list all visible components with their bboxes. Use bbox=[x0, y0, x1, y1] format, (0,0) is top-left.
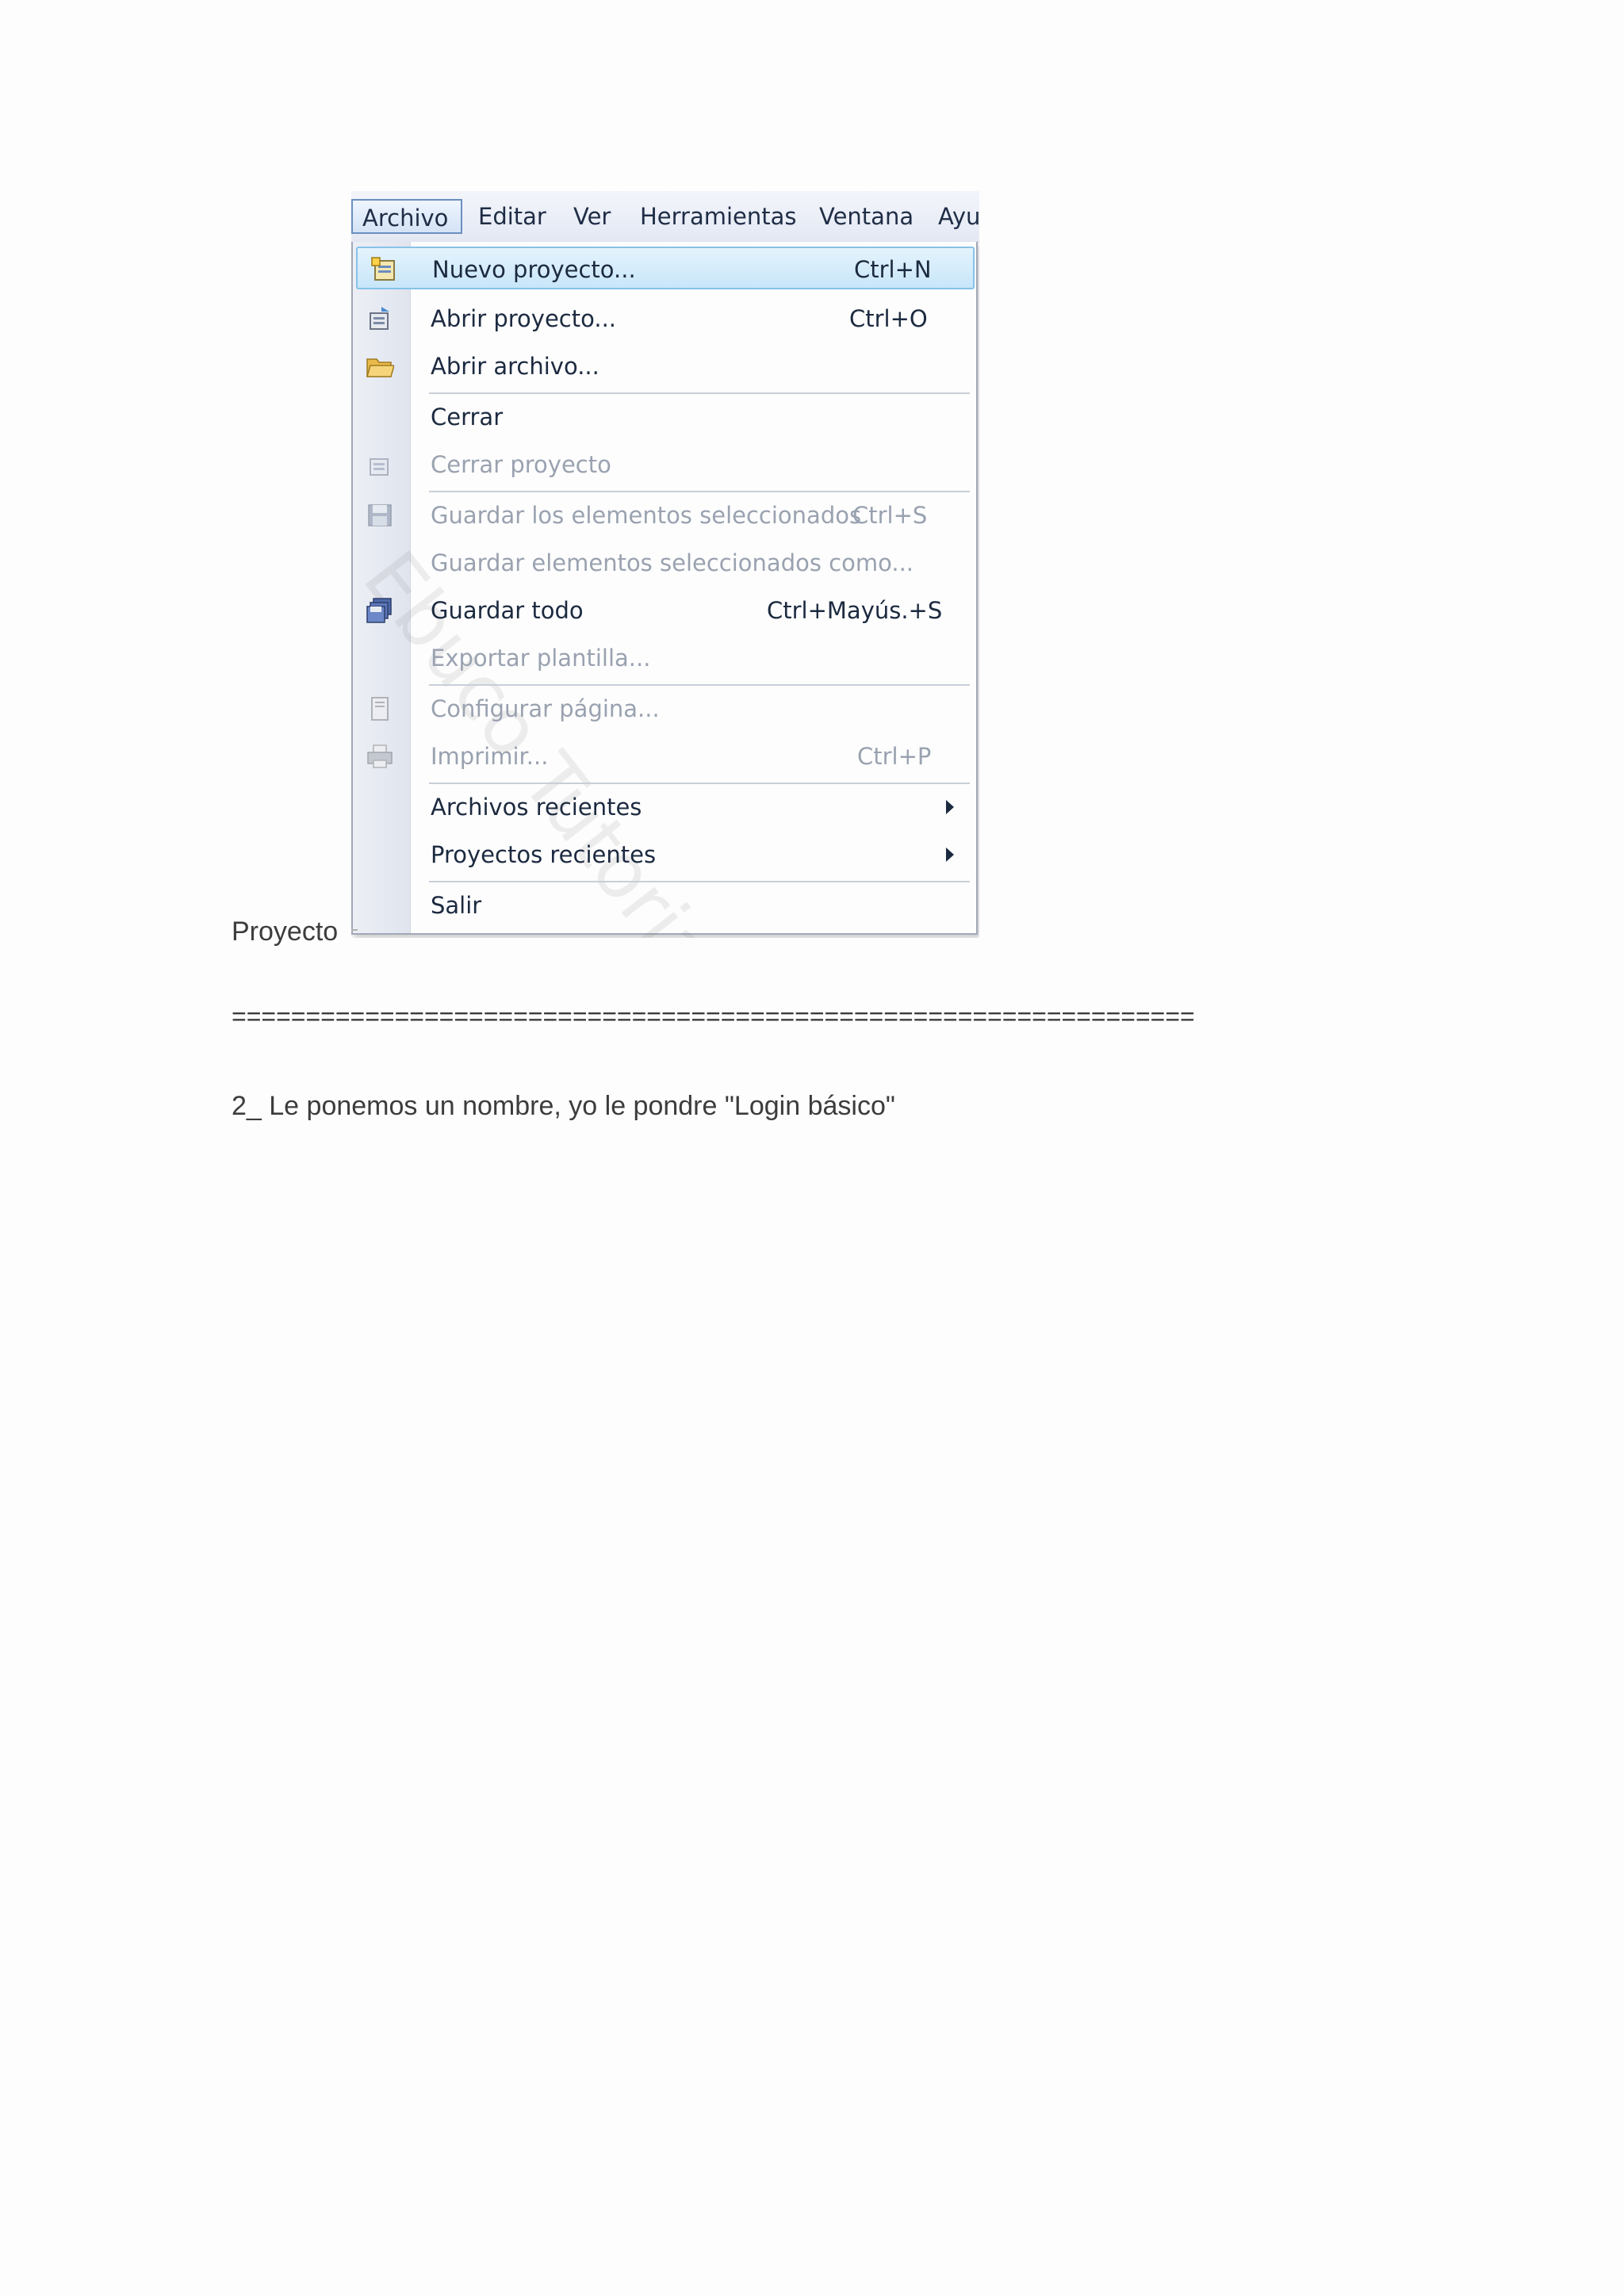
menu-item-shortcut: Ctrl+Mayús.+S bbox=[767, 597, 943, 624]
menu-editar[interactable]: Editar bbox=[469, 199, 556, 234]
menu-screenshot: Archivo Editar Ver Herramientas Ventana … bbox=[351, 191, 979, 938]
menu-item-configurar-pagina: Configurar página... bbox=[353, 687, 976, 730]
menu-item-label: Cerrar proyecto bbox=[431, 451, 611, 478]
menu-item-shortcut: Ctrl+P bbox=[857, 743, 932, 770]
menu-item-shortcut: Ctrl+S bbox=[852, 502, 928, 529]
menu-item-label: Nuevo proyecto... bbox=[432, 256, 636, 283]
proyecto-caption: Proyecto bbox=[232, 916, 339, 947]
menu-archivo[interactable]: Archivo bbox=[351, 199, 462, 234]
menu-separator bbox=[429, 881, 970, 882]
menu-item-label: Guardar elementos seleccionados como... bbox=[431, 549, 914, 576]
archivo-dropdown-menu: Ebuco Tutoriales Nuevo proyecto... Ctrl+… bbox=[351, 242, 978, 938]
menu-ayuda[interactable]: Ayu bbox=[929, 199, 979, 234]
menu-ventana[interactable]: Ventana bbox=[810, 199, 923, 234]
menu-item-label: Abrir archivo... bbox=[431, 353, 599, 380]
menu-separator bbox=[429, 783, 970, 784]
menu-item-label: Guardar todo bbox=[431, 597, 584, 624]
menu-item-label: Proyectos recientes bbox=[431, 841, 657, 868]
save-icon bbox=[368, 504, 392, 526]
open-project-icon bbox=[370, 307, 389, 330]
menu-item-shortcut: Ctrl+O bbox=[849, 305, 928, 332]
menu-item-abrir-archivo[interactable]: Abrir archivo... bbox=[353, 345, 976, 388]
menu-item-nuevo-proyecto[interactable]: Nuevo proyecto... Ctrl+N bbox=[356, 247, 975, 289]
menu-item-guardar-seleccionados: Guardar los elementos seleccionados Ctrl… bbox=[353, 494, 976, 537]
menu-bar: Archivo Editar Ver Herramientas Ventana … bbox=[351, 191, 979, 243]
close-project-icon bbox=[370, 458, 389, 476]
menu-item-label: Imprimir... bbox=[431, 743, 549, 770]
menu-item-imprimir: Imprimir... Ctrl+P bbox=[353, 735, 976, 778]
menu-item-label: Abrir proyecto... bbox=[431, 305, 617, 332]
menu-item-label: Guardar los elementos seleccionados bbox=[431, 502, 862, 529]
save-all-icon bbox=[366, 598, 392, 623]
open-folder-icon bbox=[366, 358, 394, 377]
new-project-icon bbox=[371, 257, 395, 281]
menu-item-abrir-proyecto[interactable]: Abrir proyecto... Ctrl+O bbox=[353, 297, 976, 340]
menu-separator bbox=[429, 491, 970, 492]
menu-item-guardar-todo[interactable]: Guardar todo Ctrl+Mayús.+S bbox=[353, 589, 976, 632]
menu-item-guardar-como: Guardar elementos seleccionados como... bbox=[353, 541, 976, 584]
caption-connector-line bbox=[351, 929, 358, 931]
menu-item-cerrar-proyecto: Cerrar proyecto bbox=[353, 443, 976, 486]
menu-item-label: Exportar plantilla... bbox=[431, 645, 651, 672]
menu-item-label: Cerrar bbox=[431, 404, 504, 430]
menu-item-exportar-plantilla: Exportar plantilla... bbox=[353, 637, 976, 679]
page-setup-icon bbox=[371, 697, 389, 721]
menu-item-salir[interactable]: Salir bbox=[353, 884, 976, 927]
menu-item-proyectos-recientes[interactable]: Proyectos recientes bbox=[353, 833, 976, 876]
menu-item-archivos-recientes[interactable]: Archivos recientes bbox=[353, 786, 976, 828]
menu-herramientas[interactable]: Herramientas bbox=[630, 199, 806, 234]
menu-separator bbox=[429, 684, 970, 686]
menu-item-cerrar[interactable]: Cerrar bbox=[353, 396, 976, 438]
menu-item-label: Archivos recientes bbox=[431, 794, 642, 821]
submenu-arrow-icon bbox=[946, 848, 954, 862]
equals-divider: ========================================… bbox=[232, 1002, 1195, 1031]
menu-item-shortcut: Ctrl+N bbox=[854, 256, 932, 283]
menu-ver[interactable]: Ver bbox=[564, 199, 620, 234]
submenu-arrow-icon bbox=[946, 800, 954, 814]
print-icon bbox=[367, 744, 393, 768]
menu-separator bbox=[429, 392, 970, 394]
step-2-text: 2_ Le ponemos un nombre, yo le pondre "L… bbox=[232, 1091, 895, 1121]
menu-item-label: Salir bbox=[431, 892, 482, 919]
menu-item-label: Configurar página... bbox=[431, 695, 660, 722]
